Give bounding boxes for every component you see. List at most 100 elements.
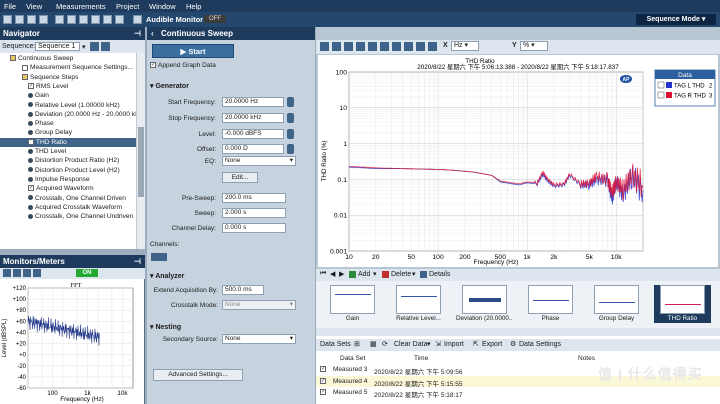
nav-item[interactable]: Group Delay bbox=[0, 128, 136, 137]
channel-delay-field[interactable]: 0.000 s bbox=[222, 223, 286, 233]
menu-help[interactable]: Help bbox=[186, 2, 201, 11]
sequence-dropdown[interactable]: Sequence 1 bbox=[35, 42, 80, 51]
open-icon[interactable] bbox=[15, 15, 24, 24]
waveform-icon[interactable] bbox=[55, 15, 64, 24]
dropdown-arrow-icon[interactable]: ▾ bbox=[82, 43, 86, 51]
generator-field-input[interactable]: -0.000 dBFS bbox=[222, 129, 284, 139]
legend-checkbox[interactable] bbox=[657, 81, 665, 89]
bars-icon[interactable] bbox=[91, 15, 100, 24]
chevron-left-icon[interactable]: ‹ bbox=[151, 27, 154, 40]
meter-select-icon[interactable] bbox=[33, 269, 41, 277]
legend-checkbox[interactable] bbox=[657, 91, 665, 99]
prev-page-icon[interactable]: ◀ bbox=[330, 270, 335, 278]
clear-dropdown-icon[interactable]: ▾ bbox=[427, 340, 431, 348]
graph-settings-icon[interactable] bbox=[320, 42, 329, 51]
col-header-dataset[interactable]: Data Set bbox=[340, 355, 365, 364]
cursor-icon[interactable] bbox=[356, 42, 365, 51]
first-page-icon[interactable]: ⏮ bbox=[320, 270, 326, 278]
nav-item[interactable]: Crosstalk, One Channel Driven bbox=[0, 194, 136, 203]
pre-sweep-field[interactable]: 200.0 ms bbox=[222, 193, 286, 203]
delete-button[interactable]: Delete bbox=[391, 271, 411, 278]
generator-field-input[interactable]: 20.0000 kHz bbox=[222, 113, 284, 123]
spinner-icon[interactable] bbox=[287, 129, 294, 139]
scroll-thumb[interactable] bbox=[138, 127, 144, 197]
add-button[interactable]: Add bbox=[358, 271, 370, 278]
data-sets-grid-icon[interactable]: ▦ bbox=[370, 340, 377, 348]
menu-measurements[interactable]: Measurements bbox=[56, 2, 106, 11]
nav-item[interactable]: Continuous Sweep bbox=[0, 54, 136, 63]
append-checkbox[interactable]: ✓ bbox=[150, 62, 156, 69]
meter-view-icon[interactable] bbox=[23, 269, 31, 277]
nav-item[interactable]: Distortion Product Ratio (H2) bbox=[0, 156, 136, 165]
nav-item[interactable]: ✓ Acquired Waveform bbox=[0, 184, 136, 193]
dataset-checkbox[interactable]: ✓ bbox=[320, 366, 326, 372]
monitor-on-toggle[interactable]: ON bbox=[76, 269, 98, 277]
nav-item[interactable]: Relative Level (1.00000 kHz) bbox=[0, 101, 136, 110]
clear-data-button[interactable]: Clear Data bbox=[394, 341, 427, 348]
add-dropdown-icon[interactable]: ▾ bbox=[373, 270, 377, 278]
navigator-scrollbar[interactable] bbox=[136, 53, 145, 249]
menu-window[interactable]: Window bbox=[149, 2, 176, 11]
nav-item[interactable]: THD Level bbox=[0, 147, 136, 156]
generator-field-input[interactable]: 20.0000 Hz bbox=[222, 97, 284, 107]
zoom-icon[interactable] bbox=[332, 42, 341, 51]
audible-monitor-toggle[interactable]: OFF bbox=[204, 15, 226, 23]
list-icon[interactable] bbox=[79, 15, 88, 24]
graph-thumbnail[interactable]: THD Ratio bbox=[654, 285, 711, 323]
export-graph-icon[interactable] bbox=[380, 42, 389, 51]
data-sets-filter-icon[interactable]: ⊞ bbox=[354, 340, 360, 348]
table-icon[interactable] bbox=[416, 42, 425, 51]
graph-thumbnail[interactable]: Relative Level... bbox=[390, 285, 447, 323]
col-header-notes[interactable]: Notes bbox=[578, 355, 595, 364]
autoscale-icon[interactable] bbox=[368, 42, 377, 51]
graph-thumbnail[interactable]: Group Delay bbox=[588, 285, 645, 323]
channel-selector-icon[interactable] bbox=[151, 253, 167, 261]
dataset-checkbox[interactable]: ✓ bbox=[320, 389, 326, 395]
graph-thumbnail[interactable]: Deviation (20.0000... bbox=[456, 285, 513, 323]
copy-graph-icon[interactable] bbox=[392, 42, 401, 51]
nav-item[interactable]: Crosstalk, One Channel Undriven bbox=[0, 212, 136, 221]
dataset-checkbox[interactable]: ✓ bbox=[320, 377, 326, 384]
nav-item[interactable]: Sequence Steps bbox=[0, 73, 136, 82]
nav-item[interactable]: Distortion Product Level (H2) bbox=[0, 166, 136, 175]
append-graph-data[interactable]: ✓ Append Graph Data bbox=[150, 62, 216, 69]
settings-icon[interactable] bbox=[115, 15, 124, 24]
details-button[interactable]: Details bbox=[429, 271, 450, 278]
eq-select[interactable]: None ▾ bbox=[222, 156, 296, 166]
nav-item[interactable]: Impulse Response bbox=[0, 175, 136, 184]
pin-icon[interactable]: ⊣ bbox=[134, 255, 141, 268]
sequence-mode-button[interactable]: Sequence Mode ▾ bbox=[636, 14, 716, 25]
eq-edit-button[interactable]: Edit... bbox=[222, 172, 258, 183]
dataset-row[interactable]: ✓ Measured 5 2020/8/22 星期六 下午 5:18:17 bbox=[316, 387, 720, 399]
col-header-time[interactable]: Time bbox=[414, 355, 428, 364]
y-unit-select[interactable]: % ▾ bbox=[520, 41, 548, 51]
nav-item[interactable]: Gain bbox=[0, 91, 136, 100]
delete-dropdown-icon[interactable]: ▾ bbox=[412, 270, 416, 278]
nav-item[interactable]: Measurement Sequence Settings... bbox=[0, 63, 136, 72]
nav-item[interactable]: ✓ RMS Level bbox=[0, 82, 136, 91]
save-icon[interactable] bbox=[27, 15, 36, 24]
meter-icon[interactable] bbox=[3, 269, 11, 277]
nav-item[interactable]: Deviation (20.0000 Hz - 20.0000 kHz) bbox=[0, 110, 136, 119]
start-button[interactable]: ▶ Start bbox=[152, 44, 234, 58]
grid-toggle-icon[interactable] bbox=[428, 42, 437, 51]
pan-icon[interactable] bbox=[344, 42, 353, 51]
print-graph-icon[interactable] bbox=[404, 42, 413, 51]
nav-item[interactable]: Acquired Crosstalk Waveform bbox=[0, 203, 136, 212]
graph-thumbnail[interactable]: Gain bbox=[324, 285, 381, 323]
spinner-icon[interactable] bbox=[287, 97, 294, 107]
next-page-icon[interactable]: ▶ bbox=[339, 270, 344, 278]
extend-acquisition-field[interactable]: 500.0 ms bbox=[222, 285, 264, 295]
sequence-add-icon[interactable] bbox=[101, 42, 110, 51]
advanced-settings-button[interactable]: Advanced Settings... bbox=[153, 369, 243, 381]
nav-item[interactable]: Phase bbox=[0, 119, 136, 128]
data-settings-button[interactable]: Data Settings bbox=[519, 341, 561, 348]
export-button[interactable]: Export bbox=[482, 341, 502, 348]
print-icon[interactable] bbox=[39, 15, 48, 24]
chart-icon[interactable] bbox=[103, 15, 112, 24]
grid-icon[interactable] bbox=[67, 15, 76, 24]
meter-settings-icon[interactable] bbox=[13, 269, 21, 277]
new-icon[interactable] bbox=[3, 15, 12, 24]
menu-view[interactable]: View bbox=[26, 2, 42, 11]
nav-item[interactable]: ✓ THD Ratio bbox=[0, 137, 136, 147]
